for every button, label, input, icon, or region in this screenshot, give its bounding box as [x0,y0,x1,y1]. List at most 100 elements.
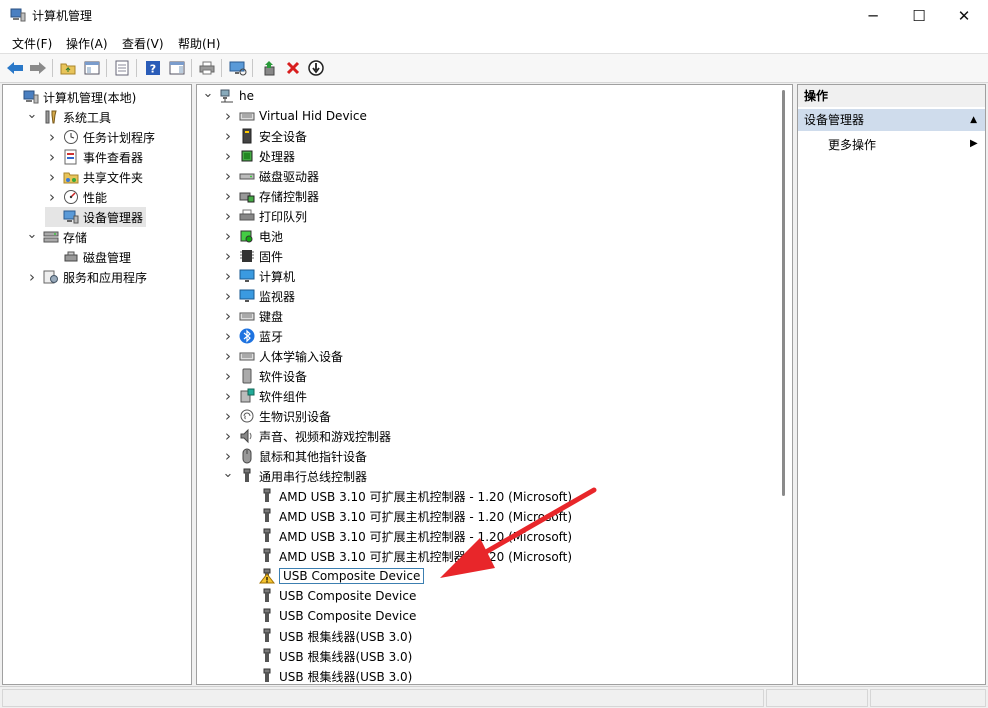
chevron-right-icon[interactable]: › [221,427,235,445]
menu-view[interactable]: 查看(V) [122,35,164,52]
tree-item-label: 通用串行总线控制器 [259,469,368,484]
print-icon[interactable] [197,58,217,78]
device-tree-item[interactable]: › 生物识别设备 [221,406,331,426]
device-tree-item[interactable]: › 磁盘驱动器 [221,166,319,186]
action-group-device-manager[interactable]: 设备管理器 ▲ [798,109,985,131]
keyboard-icon [239,108,255,124]
chevron-right-icon[interactable]: › [221,267,235,285]
chevron-right-icon[interactable]: › [221,127,235,145]
chevron-right-icon[interactable]: › [221,147,235,165]
chevron-right-icon[interactable]: › [221,407,235,425]
chevron-down-icon[interactable]: ⌄ [25,227,39,242]
chevron-right-icon[interactable]: › [45,128,59,146]
device-tree-item[interactable]: › 鼠标和其他指针设备 [221,446,367,466]
update-driver-icon[interactable] [260,58,280,78]
device-tree-item[interactable]: › 蓝牙 [221,326,283,346]
chevron-right-icon[interactable]: › [221,107,235,125]
vertical-scrollbar[interactable] [778,86,790,684]
device-tree-item[interactable]: ⌄ he [201,86,254,106]
device-tree-item[interactable]: USB Composite Device [241,606,416,626]
properties-icon[interactable] [112,58,132,78]
console-tree-item[interactable]: ⌄ 系统工具 [25,107,111,127]
tree-item-label: USB Composite Device [279,609,417,623]
forward-arrow-icon[interactable] [28,58,48,78]
device-tree-item[interactable]: › 电池 [221,226,283,246]
chevron-right-icon[interactable]: › [221,247,235,265]
chevron-right-icon[interactable]: › [45,148,59,166]
disable-device-icon[interactable] [306,58,326,78]
more-actions-item[interactable]: 更多操作 [828,135,876,155]
chevron-right-icon[interactable]: › [221,387,235,405]
device-tree-item[interactable]: › 打印队列 [221,206,307,226]
chevron-right-icon[interactable]: › [221,447,235,465]
processor-icon [239,148,255,164]
chevron-right-icon[interactable]: › [221,367,235,385]
console-tree-item[interactable]: 设备管理器 [45,207,147,227]
console-tree-item[interactable]: › 共享文件夹 [45,167,143,187]
chevron-right-icon[interactable]: › [221,227,235,245]
chevron-down-icon[interactable]: ⌄ [201,86,215,101]
device-tree-item[interactable]: › 存储控制器 [221,186,319,206]
device-tree-item[interactable]: USB Composite Device [241,586,416,606]
scan-hardware-icon[interactable] [228,58,248,78]
device-tree-item[interactable]: › 计算机 [221,266,295,286]
device-tree-item[interactable]: › Virtual Hid Device [221,106,367,126]
toolbar-separator [221,59,222,77]
device-manager-icon [63,209,79,225]
device-tree-item[interactable]: USB Composite Device [241,566,425,586]
close-button[interactable]: ✕ [941,0,987,31]
chevron-right-icon[interactable]: › [221,347,235,365]
chevron-right-icon[interactable]: › [45,188,59,206]
show-hide-tree-icon[interactable] [82,58,102,78]
menu-action[interactable]: 操作(A) [66,35,108,52]
scrollbar-thumb[interactable] [782,90,785,496]
services-icon [43,269,59,285]
chevron-right-icon[interactable]: › [221,327,235,345]
console-tree-item[interactable]: › 性能 [45,187,107,207]
help-icon[interactable]: ? [143,58,163,78]
chevron-right-icon[interactable]: › [45,168,59,186]
maximize-button[interactable]: ☐ [896,0,942,31]
chevron-down-icon[interactable]: ⌄ [25,107,39,122]
console-tree-item[interactable]: 磁盘管理 [45,247,131,267]
menu-help[interactable]: 帮助(H) [178,35,220,52]
uninstall-device-icon[interactable] [283,58,303,78]
device-tree-item[interactable]: USB 根集线器(USB 3.0) [241,666,412,684]
back-arrow-icon[interactable] [5,58,25,78]
tree-item-label: 系统工具 [63,110,112,125]
device-tree-item[interactable]: › 键盘 [221,306,283,326]
event-viewer-icon [63,149,79,165]
up-folder-icon[interactable] [58,58,78,78]
tree-item-label: 计算机 [259,269,296,284]
device-tree-item[interactable]: › 声音、视频和游戏控制器 [221,426,391,446]
chevron-right-icon[interactable]: › [221,287,235,305]
console-tree-item[interactable]: 计算机管理(本地) [5,87,136,107]
menu-file[interactable]: 文件(F) [12,35,52,52]
minimize-button[interactable]: ─ [850,0,896,31]
chevron-down-icon[interactable]: ⌄ [221,466,235,481]
chevron-right-icon[interactable]: › [221,307,235,325]
device-tree-item[interactable]: ⌄ 通用串行总线控制器 [221,466,367,486]
device-tree-item[interactable]: › 监视器 [221,286,295,306]
chevron-right-icon[interactable]: › [221,207,235,225]
tree-item-label: 固件 [259,249,284,264]
console-tree-item[interactable]: › 服务和应用程序 [25,267,147,287]
device-tree-item[interactable]: USB 根集线器(USB 3.0) [241,626,412,646]
chevron-right-icon[interactable]: › [221,187,235,205]
console-tree-item[interactable]: ⌄ 存储 [25,227,87,247]
device-tree-item[interactable]: › 人体学输入设备 [221,346,343,366]
chevron-right-icon[interactable]: › [221,167,235,185]
device-tree-item[interactable]: › 软件设备 [221,366,307,386]
device-tree-item[interactable]: › 安全设备 [221,126,307,146]
device-tree-item[interactable]: › 软件组件 [221,386,307,406]
show-action-pane-icon[interactable] [167,58,187,78]
device-tree-item[interactable]: USB 根集线器(USB 3.0) [241,646,412,666]
collapse-up-icon[interactable]: ▲ [970,109,977,131]
console-tree-item[interactable]: › 任务计划程序 [45,127,155,147]
console-tree-item[interactable]: › 事件查看器 [45,147,143,167]
device-tree-item[interactable]: › 处理器 [221,146,295,166]
device-tree-item[interactable]: › 固件 [221,246,283,266]
chevron-right-icon[interactable]: › [25,268,39,286]
